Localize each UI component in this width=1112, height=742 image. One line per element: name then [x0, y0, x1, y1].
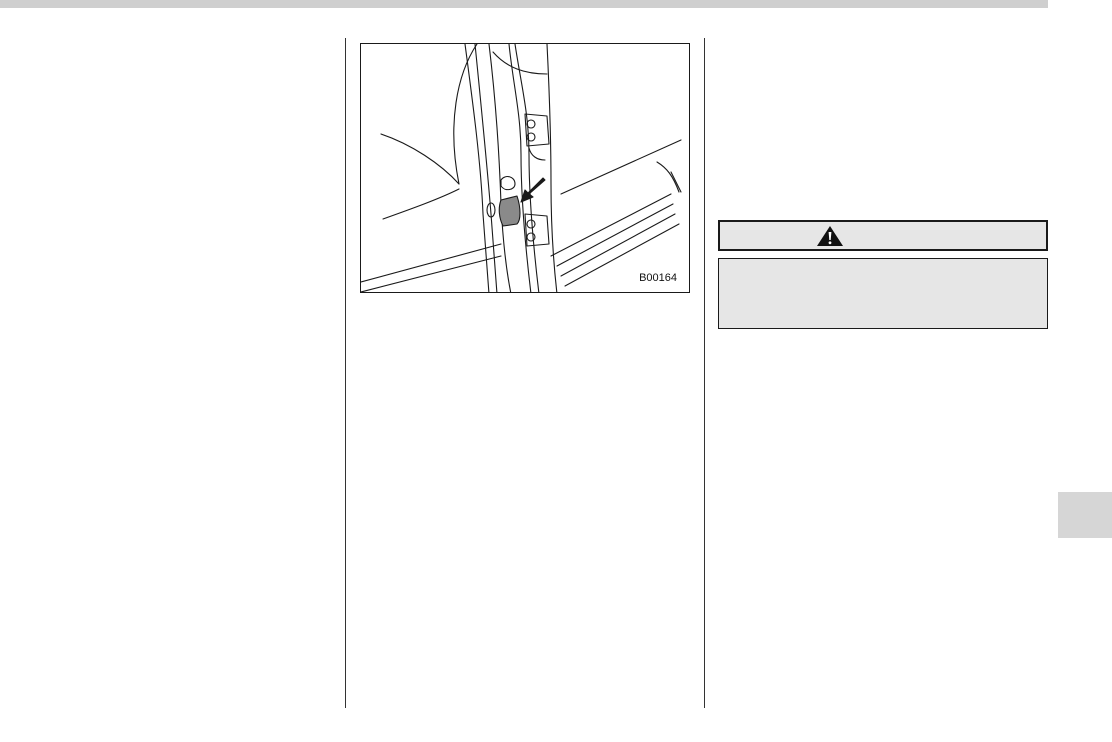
- figure-frame: B00164: [360, 43, 690, 293]
- column-divider-left: [345, 38, 346, 708]
- figure-code: B00164: [639, 272, 677, 284]
- section-thumb-tab: [1058, 492, 1112, 538]
- warning-triangle-icon: [817, 226, 843, 246]
- warning-body: [718, 258, 1048, 329]
- warning-header: [718, 220, 1048, 251]
- top-rule: [0, 0, 1048, 8]
- door-pillar-illustration: [361, 44, 682, 292]
- column-divider-right: [704, 38, 705, 708]
